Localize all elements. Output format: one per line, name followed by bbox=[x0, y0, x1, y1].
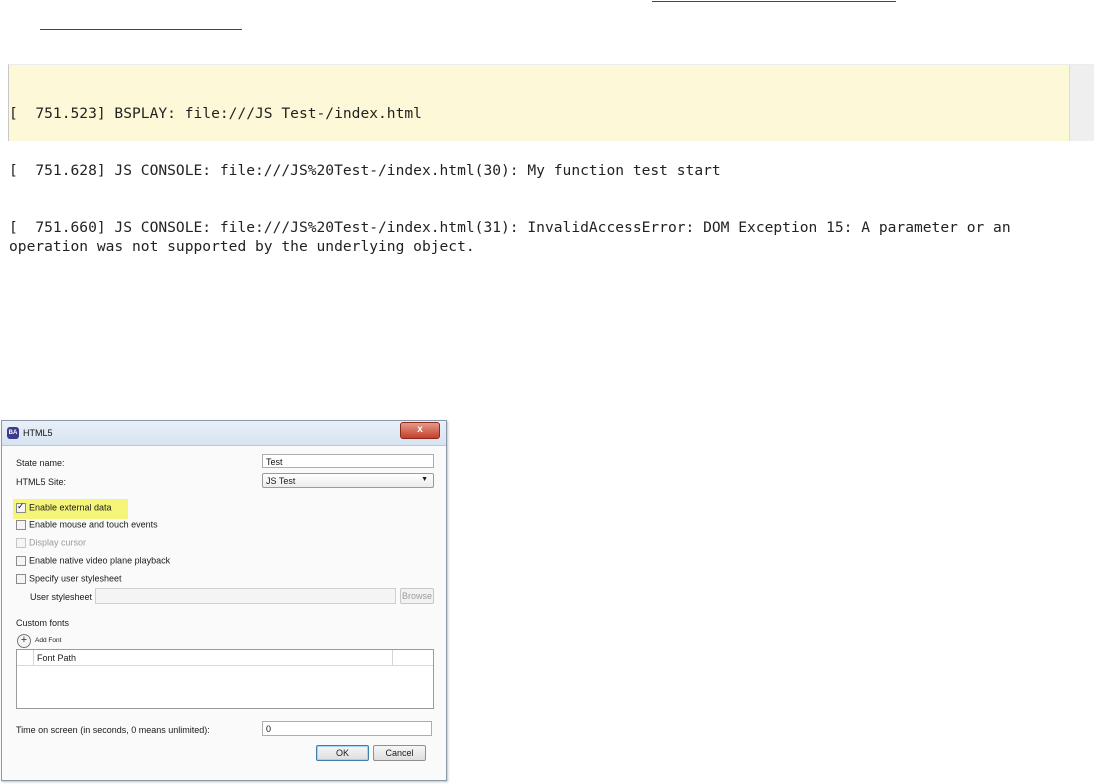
console-line: [ 751.523] BSPLAY: file:///JS Test-/inde… bbox=[9, 105, 422, 122]
dialog-titlebar[interactable]: BA HTML5 x bbox=[2, 421, 446, 446]
column-divider bbox=[33, 650, 34, 665]
column-header-font-path[interactable]: Font Path bbox=[37, 653, 76, 663]
state-name-label: State name: bbox=[16, 458, 65, 468]
browse-button: Browse bbox=[400, 588, 434, 604]
checkbox-icon[interactable] bbox=[16, 519, 26, 530]
user-stylesheet-label: Specify user stylesheet bbox=[29, 573, 122, 584]
console-text: [ 751.523] BSPLAY: file:///JS Test-/inde… bbox=[9, 66, 1071, 294]
hyperlink-underline[interactable] bbox=[652, 1, 896, 2]
html5-site-label: HTML5 Site: bbox=[16, 477, 67, 487]
user-stylesheet-checkbox[interactable]: Specify user stylesheet bbox=[16, 573, 122, 585]
enable-external-data-label: Enable external data bbox=[29, 502, 112, 513]
checkbox-icon[interactable] bbox=[16, 573, 26, 584]
enable-mouse-touch-label: Enable mouse and touch events bbox=[29, 519, 158, 530]
table-header: Font Path bbox=[17, 650, 433, 666]
native-video-label: Enable native video plane playback bbox=[29, 555, 171, 566]
checkbox-checked-icon[interactable] bbox=[16, 501, 26, 513]
state-name-input[interactable]: Test bbox=[262, 454, 434, 468]
console-line: [ 751.628] JS CONSOLE: file:///JS%20Test… bbox=[9, 162, 721, 179]
ok-button[interactable]: OK bbox=[316, 745, 369, 761]
time-on-screen-label: Time on screen (in seconds, 0 means unli… bbox=[16, 725, 210, 735]
time-on-screen-input[interactable]: 0 bbox=[262, 721, 432, 736]
close-icon: x bbox=[417, 424, 423, 435]
close-button[interactable]: x bbox=[400, 422, 440, 439]
custom-fonts-label: Custom fonts bbox=[16, 618, 70, 628]
native-video-checkbox[interactable]: Enable native video plane playback bbox=[16, 555, 170, 567]
chevron-down-icon: ▼ bbox=[421, 476, 428, 483]
html5-site-value: JS Test bbox=[266, 476, 296, 486]
cancel-button[interactable]: Cancel bbox=[373, 745, 426, 761]
column-divider bbox=[392, 650, 393, 665]
font-path-table[interactable]: Font Path bbox=[16, 649, 434, 709]
app-icon: BA bbox=[7, 427, 19, 439]
stylesheet-field-label: User stylesheet bbox=[30, 592, 93, 602]
hyperlink-underline[interactable] bbox=[40, 29, 242, 30]
display-cursor-checkbox: Display cursor bbox=[16, 537, 86, 549]
display-cursor-label: Display cursor bbox=[29, 537, 87, 548]
stylesheet-input bbox=[95, 588, 396, 604]
checkbox-icon[interactable] bbox=[16, 555, 26, 566]
plus-icon[interactable]: + bbox=[17, 634, 31, 648]
dialog-title: HTML5 bbox=[23, 428, 53, 438]
console-log-panel: [ 751.523] BSPLAY: file:///JS Test-/inde… bbox=[8, 64, 1094, 255]
console-line: [ 751.660] JS CONSOLE: file:///JS%20Test… bbox=[9, 219, 1020, 255]
add-font-button[interactable]: Add Font bbox=[35, 637, 61, 644]
html5-state-dialog: BA HTML5 x State name: Test HTML5 Site: … bbox=[1, 420, 447, 781]
enable-mouse-touch-checkbox[interactable]: Enable mouse and touch events bbox=[16, 519, 158, 531]
html5-site-select[interactable]: JS Test ▼ bbox=[262, 473, 434, 488]
enable-external-data-checkbox[interactable]: Enable external data bbox=[13, 499, 128, 519]
checkbox-icon bbox=[16, 537, 26, 548]
vertical-scrollbar[interactable] bbox=[1069, 65, 1094, 141]
